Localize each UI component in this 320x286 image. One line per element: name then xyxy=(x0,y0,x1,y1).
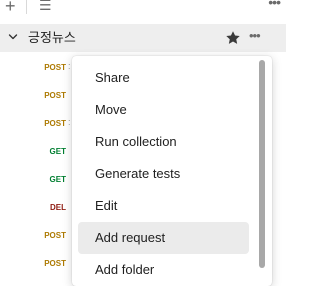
star-icon[interactable] xyxy=(225,30,241,46)
request-item[interactable]: POST xyxy=(0,88,80,108)
chevron-down-icon[interactable] xyxy=(8,32,18,42)
method-badge: DEL xyxy=(50,203,66,212)
menu-item-label: Edit xyxy=(95,198,118,213)
collection-row[interactable]: 긍정뉴스 ••• xyxy=(0,24,286,52)
method-badge: POST xyxy=(44,231,66,240)
method-badge: POST xyxy=(44,91,66,100)
collection-more-icon[interactable]: ••• xyxy=(249,28,261,44)
collection-context-menu: Share Move Run collection Generate tests… xyxy=(72,56,272,286)
toolbar-divider xyxy=(26,0,27,14)
menu-item-move[interactable]: Move xyxy=(78,94,249,126)
menu-item-run-collection[interactable]: Run collection xyxy=(78,126,249,158)
menu-item-label: Move xyxy=(95,102,127,117)
method-badge: GET xyxy=(49,175,66,184)
menu-item-label: Add request xyxy=(95,230,166,245)
method-badge: POST xyxy=(44,259,66,268)
request-item[interactable]: POST xyxy=(0,228,80,248)
menu-scrollbar-thumb[interactable] xyxy=(259,60,265,268)
plus-icon[interactable]: + xyxy=(5,0,16,16)
collection-name: 긍정뉴스 xyxy=(28,30,76,45)
menu-item-label: Add folder xyxy=(95,262,155,277)
menu-item-edit[interactable]: Edit xyxy=(78,190,249,222)
request-item[interactable]: POST : xyxy=(0,60,80,80)
request-item[interactable]: POST : xyxy=(0,116,80,136)
request-item[interactable]: POST xyxy=(0,256,80,276)
menu-item-add-request[interactable]: Add request xyxy=(78,222,249,254)
method-badge: GET xyxy=(49,147,66,156)
filter-icon[interactable]: ☰ xyxy=(39,0,52,15)
menu-item-label: Share xyxy=(95,70,130,85)
sidebar-toolbar: + ☰ ••• xyxy=(0,0,286,18)
request-name: : xyxy=(68,117,71,127)
method-badge: POST xyxy=(44,63,66,72)
request-name: : xyxy=(68,61,71,71)
method-badge: POST xyxy=(44,119,66,128)
menu-item-add-folder[interactable]: Add folder xyxy=(78,254,249,286)
request-item[interactable]: GET xyxy=(0,144,80,164)
more-horizontal-icon[interactable]: ••• xyxy=(268,0,281,10)
menu-item-label: Generate tests xyxy=(95,166,181,181)
menu-item-share[interactable]: Share xyxy=(78,62,249,94)
request-item[interactable]: GET xyxy=(0,172,80,192)
menu-item-label: Run collection xyxy=(95,134,177,149)
menu-item-generate-tests[interactable]: Generate tests xyxy=(78,158,249,190)
request-item[interactable]: DEL xyxy=(0,200,80,220)
